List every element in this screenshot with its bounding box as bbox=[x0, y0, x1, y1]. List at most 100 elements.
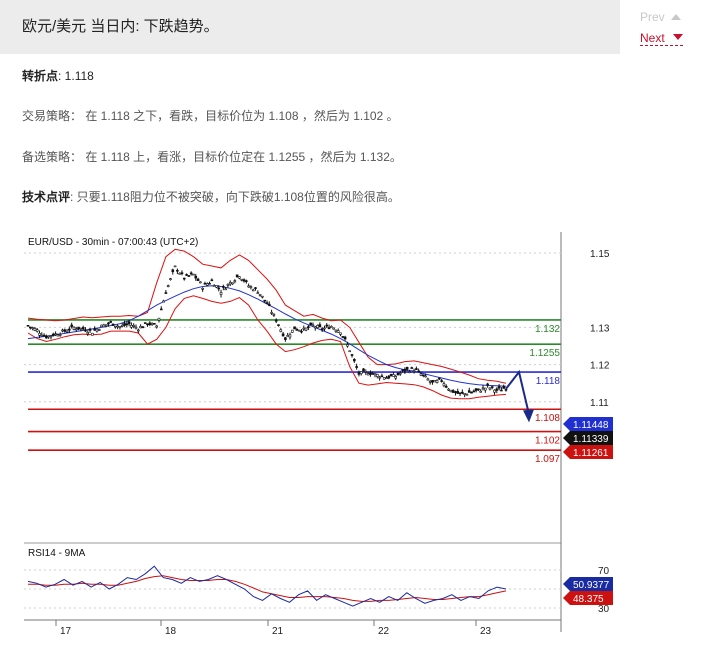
candle-body bbox=[353, 358, 356, 362]
candle-body bbox=[311, 324, 315, 327]
candle-body bbox=[100, 324, 103, 328]
candle-body bbox=[58, 334, 62, 336]
candle-body bbox=[132, 325, 136, 327]
candle-body bbox=[341, 336, 345, 338]
candle-body bbox=[431, 380, 434, 383]
candle-body bbox=[185, 274, 188, 276]
candle-body bbox=[35, 329, 39, 332]
candle-body bbox=[286, 335, 289, 337]
candle-body bbox=[107, 322, 110, 325]
candle-body bbox=[477, 388, 480, 391]
candle-body bbox=[410, 367, 414, 369]
candle-body bbox=[461, 391, 464, 394]
candle-body bbox=[408, 371, 411, 373]
rsi-tag-label: 48.375 bbox=[573, 594, 604, 605]
candle-body bbox=[212, 285, 216, 287]
candle-body bbox=[141, 326, 145, 329]
candle-body bbox=[95, 328, 99, 332]
candle-body bbox=[272, 313, 276, 316]
candle-body bbox=[189, 272, 193, 275]
time-tick-label: 23 bbox=[480, 626, 492, 637]
candle-body bbox=[162, 300, 165, 303]
candle-body bbox=[157, 317, 161, 321]
candle-body bbox=[228, 282, 232, 285]
level-label: 1.132 bbox=[535, 324, 560, 335]
candle-body bbox=[385, 377, 388, 379]
candle-body bbox=[316, 325, 319, 328]
candle-body bbox=[348, 350, 352, 353]
candle-body bbox=[28, 326, 32, 329]
candle-body bbox=[325, 324, 329, 327]
candle-body bbox=[111, 323, 115, 326]
candle-body bbox=[403, 368, 407, 372]
candle-body bbox=[472, 390, 476, 393]
candle-body bbox=[449, 389, 453, 393]
candle-body bbox=[396, 372, 400, 376]
candle-body bbox=[415, 368, 418, 370]
candle-body bbox=[359, 371, 363, 374]
candle-body bbox=[215, 285, 218, 288]
candle-body bbox=[258, 294, 262, 296]
candle-body bbox=[38, 332, 41, 336]
candle-body bbox=[479, 390, 483, 393]
candle-body bbox=[362, 368, 365, 372]
candle-body bbox=[31, 327, 34, 329]
candle-body bbox=[65, 330, 69, 333]
candle-body bbox=[125, 323, 129, 326]
candle-body bbox=[222, 286, 225, 288]
candle-body bbox=[392, 374, 395, 377]
candle-body bbox=[313, 326, 317, 329]
level-label: 1.118 bbox=[536, 376, 561, 387]
candle-body bbox=[380, 375, 384, 378]
candle-body bbox=[91, 332, 94, 336]
candle-body bbox=[357, 372, 361, 375]
candle-body bbox=[440, 380, 443, 382]
candle-body bbox=[500, 389, 503, 392]
candle-body bbox=[199, 281, 202, 284]
candle-body bbox=[139, 325, 142, 329]
candle-body bbox=[369, 372, 372, 375]
candle-body bbox=[86, 332, 90, 335]
candle-body bbox=[194, 275, 198, 279]
candle-body bbox=[130, 325, 133, 328]
candle-body bbox=[428, 381, 432, 383]
candle-body bbox=[417, 370, 420, 373]
candle-body bbox=[51, 333, 55, 337]
candle-body bbox=[274, 319, 278, 322]
candle-body bbox=[339, 332, 342, 335]
candle-body bbox=[171, 269, 175, 273]
candle-body bbox=[182, 277, 186, 280]
candle-body bbox=[63, 329, 67, 332]
candle-body bbox=[458, 392, 462, 395]
candle-body bbox=[327, 327, 331, 330]
candle-body bbox=[295, 329, 299, 331]
candle-body bbox=[61, 329, 64, 332]
candle-body bbox=[56, 334, 60, 337]
candle-body bbox=[297, 329, 301, 332]
candle-body bbox=[281, 333, 285, 337]
candle-body bbox=[465, 393, 469, 396]
time-tick-label: 22 bbox=[378, 626, 390, 637]
candle-body bbox=[180, 272, 184, 274]
candle-body bbox=[307, 326, 310, 329]
candle-body bbox=[334, 329, 338, 332]
candle-body bbox=[481, 387, 485, 390]
candle-body bbox=[267, 303, 271, 306]
chart-title: EUR/USD - 30min - 07:00:43 (UTC+2) bbox=[28, 237, 198, 248]
price-tag-label: 1.11261 bbox=[573, 448, 609, 459]
candle-body bbox=[114, 325, 117, 328]
candle-body bbox=[355, 366, 358, 368]
candle-body bbox=[463, 393, 466, 395]
candle-body bbox=[350, 354, 354, 356]
price-tag-label: 1.11448 bbox=[573, 420, 609, 431]
candle-body bbox=[26, 325, 30, 327]
candle-body bbox=[364, 371, 368, 373]
candle-body bbox=[300, 330, 303, 333]
candle-body bbox=[497, 386, 501, 389]
candle-body bbox=[320, 328, 324, 330]
candle-body bbox=[153, 323, 156, 325]
candle-body bbox=[318, 324, 322, 328]
candle-body bbox=[488, 387, 492, 390]
candle-body bbox=[118, 326, 122, 328]
candle-body bbox=[33, 328, 37, 331]
